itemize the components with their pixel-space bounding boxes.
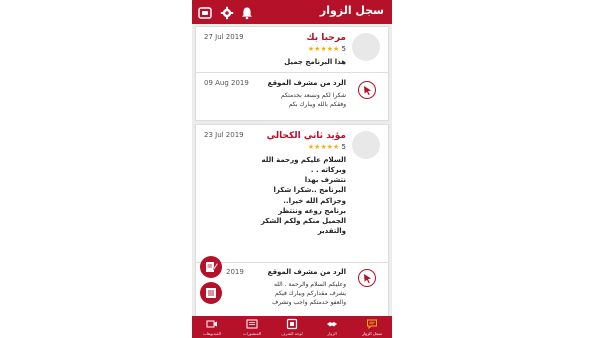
divider: [196, 262, 389, 263]
nav-item-honor-board[interactable]: لوحه الشرف: [272, 316, 312, 338]
message-line: نتشرف بهذا: [304, 176, 346, 185]
reply-date: 09 Aug 2019: [204, 79, 249, 87]
reply-cursor-icon: [358, 269, 376, 287]
visitor-message: السلام عليكم ورحمة الله وبركاته . . نتشر…: [261, 155, 346, 236]
reply-cursor-icon: [358, 81, 376, 99]
message-line: وجزاكم الله خيرا..: [283, 196, 346, 205]
nav-item-label: المنشورات: [242, 331, 262, 336]
reply-line: شكرا لكم ونسعد بخدمتكم: [280, 92, 346, 99]
blank-margin-right: [392, 0, 600, 338]
guestbook-list-button[interactable]: [200, 282, 222, 304]
message-line: البرنامج ..شكرا شكرا: [273, 186, 347, 195]
phone-screen: سجل الزوار مرحبا بك 27 Jul 2019 ★★★★★ 5 …: [192, 0, 392, 338]
nav-item-label: الزوار: [327, 331, 337, 336]
admin-reply-title: الرد من مشرف الموقع: [267, 79, 346, 87]
rating: ★★★★★ 5: [308, 143, 346, 151]
reply-line: والعفو خدمتكم واجب وتشرف: [272, 299, 346, 306]
write-entry-button[interactable]: [200, 256, 222, 278]
message-line: السلام عليكم ورحمة الله: [261, 156, 346, 164]
nav-item-visitors[interactable]: الزوار: [312, 316, 352, 338]
chat-icon: [367, 319, 377, 330]
nav-item-label: الفيديوهات: [203, 331, 221, 336]
rating-value: 5: [341, 45, 346, 53]
avatar: [352, 33, 380, 61]
guestbook-entry: مؤيد ثاني الكحالي 23 Jul 2019 ★★★★★ 5 ال…: [195, 124, 389, 316]
nav-item-videos[interactable]: الفيديوهات: [192, 316, 232, 338]
reply-line: يشرف مقداركم ويبارك فيكم: [274, 290, 346, 297]
nav-item-guestbook[interactable]: سجل الزوار: [352, 316, 392, 338]
nav-item-label: لوحه الشرف: [281, 331, 303, 336]
message-line: الجميل منكم ولكم الشكر: [260, 216, 346, 225]
visitor-name: مرحبا بك: [306, 33, 346, 43]
guestbook-list[interactable]: مرحبا بك 27 Jul 2019 ★★★★★ 5 هذا البرنام…: [195, 26, 389, 316]
admin-reply-body: وعليكم السلام والرحمة . الله يشرف مقدارك…: [272, 280, 346, 307]
reply-line: وفقكم بالله ويبارك بكم: [288, 101, 346, 108]
reply-date: 2019: [226, 268, 244, 276]
video-icon[interactable]: [198, 5, 212, 19]
divider: [196, 72, 389, 73]
rating-value: 5: [341, 143, 346, 151]
avatar: [352, 131, 380, 159]
admin-reply-title: الرد من مشرف الموقع: [267, 268, 346, 276]
handshake-icon: [327, 322, 337, 327]
page-title: سجل الزوار: [319, 4, 384, 17]
reply-line: وعليكم السلام والرحمة . الله: [273, 281, 346, 288]
video-camera-icon: [206, 320, 217, 328]
message-line: وبركاته . .: [310, 166, 346, 175]
star-rating-icons: ★★★★★: [307, 143, 340, 151]
star-rating-icons: ★★★★★: [307, 45, 340, 53]
message-line: هذا البرنامج جميل: [284, 58, 346, 66]
blank-margin-left: [0, 0, 192, 338]
guestbook-entry: مرحبا بك 27 Jul 2019 ★★★★★ 5 هذا البرنام…: [195, 26, 389, 121]
visitor-message: هذا البرنامج جميل: [284, 57, 346, 67]
rating: ★★★★★ 5: [308, 45, 346, 53]
entry-date: 23 Jul 2019: [204, 131, 244, 139]
newspaper-icon: [246, 319, 258, 329]
frame-icon: [286, 318, 298, 330]
entry-date: 27 Jul 2019: [204, 33, 244, 41]
bottom-navigation: الفيديوهات المنشورات لوحه الشرف الزوار س…: [192, 316, 392, 338]
message-line: والتقدير: [317, 226, 346, 235]
top-app-bar: سجل الزوار: [192, 0, 392, 24]
admin-reply-body: شكرا لكم ونسعد بخدمتكم وفقكم بالله ويبار…: [281, 91, 346, 109]
nav-item-posts[interactable]: المنشورات: [232, 316, 272, 338]
list-icon: [206, 288, 216, 298]
nav-item-label: سجل الزوار: [362, 331, 382, 336]
edit-note-icon: [206, 262, 219, 272]
bell-icon[interactable]: [240, 5, 254, 20]
gear-icon[interactable]: [220, 5, 234, 20]
visitor-name: مؤيد ثاني الكحالي: [266, 131, 346, 141]
message-line: برنامج روعه وننتظر: [278, 206, 346, 215]
